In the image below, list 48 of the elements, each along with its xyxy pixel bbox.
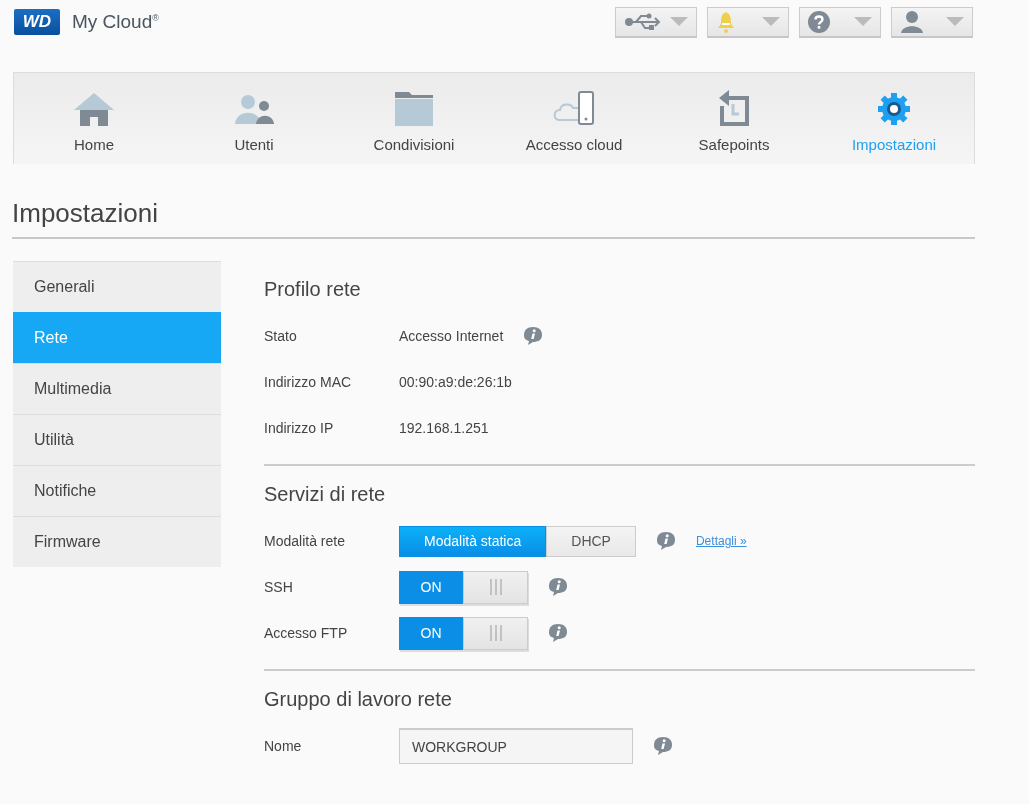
sidebar-item[interactable]: Notifiche: [13, 465, 221, 516]
caret-icon: [854, 17, 872, 26]
caret-icon: [670, 17, 688, 26]
section-title: Gruppo di lavoro rete: [264, 688, 453, 711]
sidebar-item[interactable]: Multimedia: [13, 363, 221, 414]
nav-tab[interactable]: Safepoints: [654, 73, 814, 164]
help-icon: [808, 10, 830, 33]
field-label: Nome: [264, 738, 303, 754]
bell-menu-button[interactable]: [707, 6, 789, 38]
field-label: Stato: [264, 328, 298, 344]
folder-icon: [395, 92, 433, 126]
mode-option[interactable]: DHCP: [546, 525, 636, 557]
nav-tab[interactable]: Utenti: [174, 73, 334, 164]
field-label: Accesso FTP: [264, 625, 349, 641]
field-label: Indirizzo IP: [264, 420, 335, 436]
field-value: 192.168.1.251: [399, 420, 489, 436]
sidebar-item[interactable]: Generali: [13, 261, 221, 312]
nav-tab[interactable]: Home: [14, 73, 174, 164]
field-label: Indirizzo MAC: [264, 374, 353, 390]
text-field[interactable]: WORKGROUP: [399, 728, 633, 764]
grip-icon: [489, 625, 502, 641]
users-icon: [234, 92, 274, 126]
home-icon: [74, 92, 114, 126]
sidebar-item[interactable]: Firmware: [13, 516, 221, 567]
user-menu-button[interactable]: [891, 6, 973, 38]
grip-icon: [489, 579, 502, 595]
caret-icon: [946, 17, 964, 26]
bell-icon: [716, 10, 736, 33]
nav-tab[interactable]: Accesso cloud: [494, 73, 654, 164]
wd-logo: WD: [14, 9, 60, 35]
gear-icon: [877, 92, 911, 126]
field-value: Accesso Internet: [399, 328, 504, 344]
restore-icon: [717, 90, 751, 126]
field-label: Modalità rete: [264, 533, 346, 549]
field-value: 00:90:a9:de:26:1b: [399, 374, 512, 390]
cloud-phone-icon: [553, 90, 595, 126]
usb-icon: [624, 11, 661, 32]
nav-tab[interactable]: Condivisioni: [334, 73, 494, 164]
section-title: Servizi di rete: [264, 483, 387, 506]
usb-menu-button[interactable]: [615, 6, 697, 38]
section-title: Profilo rete: [264, 278, 362, 301]
help-menu-button[interactable]: [799, 6, 881, 38]
sidebar-item[interactable]: Utilità: [13, 414, 221, 465]
page-title: Impostazioni: [12, 198, 975, 239]
user-icon: [900, 10, 924, 33]
field-label: SSH: [264, 579, 294, 595]
caret-icon: [762, 17, 780, 26]
product-name: My Cloud$^{®}$: [72, 11, 159, 33]
